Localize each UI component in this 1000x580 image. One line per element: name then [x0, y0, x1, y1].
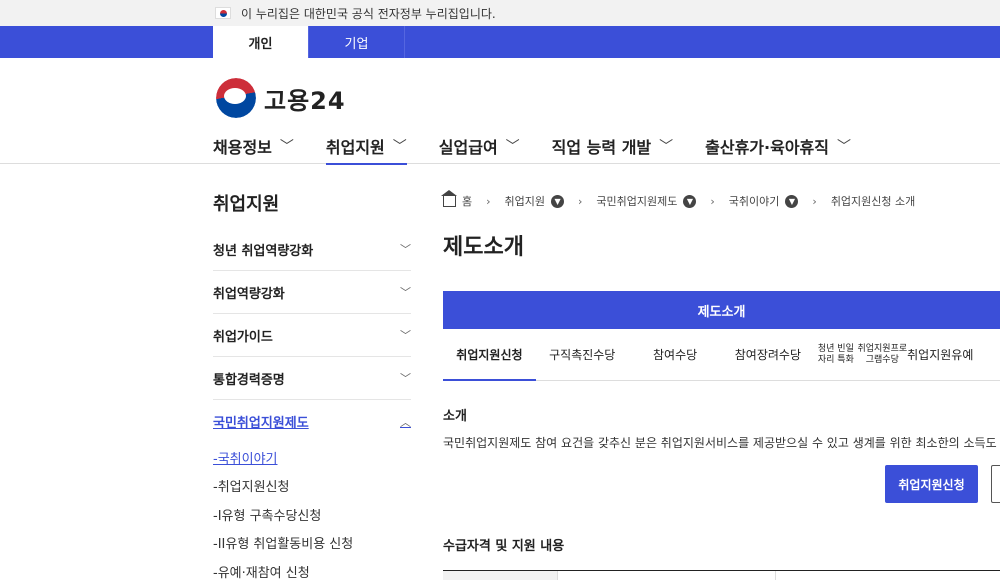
chevron-down-icon: ﹀: [400, 329, 411, 342]
gnb-item-parental-leave[interactable]: 출산휴가·육아휴직 ﹀: [705, 128, 851, 164]
chevron-down-icon: ﹀: [400, 243, 411, 256]
sidebar-item-capacity[interactable]: 취업역량강화 ﹀: [213, 271, 411, 314]
section-tab-intro[interactable]: 제도소개: [443, 291, 1000, 329]
site-logo[interactable]: 고용24: [216, 78, 346, 118]
subtab-defer[interactable]: 취업지원유예: [907, 329, 1000, 380]
chevron-up-icon: ︿: [400, 415, 411, 429]
breadcrumb-national[interactable]: 국민취업지원제도: [596, 193, 677, 209]
site-header: 고용24 채용정보 ﹀ 취업지원 ﹀ 실업급여 ﹀ 직업 능력 개발 ﹀ 출산휴가·육아…: [0, 58, 1000, 165]
subtab-job-seek-allowance[interactable]: 구직촉진수당: [536, 329, 629, 380]
chevron-down-icon: ﹀: [279, 139, 294, 155]
logo-text: 고용24: [264, 86, 346, 115]
apply-button[interactable]: 취업지원신청: [885, 465, 978, 503]
dropdown-dot-icon[interactable]: ▼: [551, 194, 565, 208]
gnb-item-employment-support[interactable]: 취업지원 ﹀: [325, 128, 407, 165]
korea-flag-icon: [215, 7, 231, 19]
gov-notice-bar: 이 누리집은 대한민국 공식 전자정부 누리집입니다.: [0, 0, 1000, 26]
sidebar-item-national-support[interactable]: 국민취업지원제도 ︿: [213, 400, 411, 443]
secondary-button[interactable]: [991, 465, 1000, 503]
sidebar-sub-story[interactable]: -국취이야기: [213, 443, 411, 472]
subtab-apply[interactable]: 취업지원신청: [443, 329, 536, 381]
main-content: 홈 › 취업지원 ▼ › 국민취업지원제도 ▼ › 국취이야기 ▼ › 취업지원…: [441, 164, 1000, 580]
home-icon: [441, 189, 457, 207]
sidebar-sub-apply[interactable]: -취업지원신청: [213, 472, 411, 501]
sidebar-item-guide[interactable]: 취업가이드 ﹀: [213, 314, 411, 357]
table-header-cell: [443, 571, 558, 580]
gnb-item-jobs[interactable]: 채용정보 ﹀: [213, 128, 294, 164]
chevron-down-icon: ﹀: [659, 139, 674, 155]
chevron-right-icon: ›: [578, 194, 583, 208]
sidebar-item-career-cert[interactable]: 통합경력증명 ﹀: [213, 357, 411, 400]
chevron-down-icon: ﹀: [505, 139, 520, 155]
chevron-right-icon: ›: [486, 194, 491, 208]
sidebar-item-youth[interactable]: 청년 취업역량강화 ﹀: [213, 228, 411, 271]
chevron-right-icon: ›: [710, 194, 715, 208]
intro-heading: 소개: [443, 409, 467, 424]
user-type-tabs: 개인 기업: [0, 26, 1000, 58]
eligibility-heading: 수급자격 및 지원 내용: [443, 539, 565, 554]
table-cell: [558, 571, 776, 580]
breadcrumb: 홈 › 취업지원 ▼ › 국민취업지원제도 ▼ › 국취이야기 ▼ › 취업지원…: [441, 189, 1000, 211]
subtab-participation-allowance[interactable]: 참여수당: [629, 329, 722, 380]
sidebar-sub-defer[interactable]: -유예·재참여 신청: [213, 557, 411, 580]
gnb-item-job-skills[interactable]: 직업 능력 개발 ﹀: [552, 128, 673, 164]
gov-notice-text: 이 누리집은 대한민국 공식 전자정부 누리집입니다.: [241, 6, 496, 21]
chevron-down-icon: ﹀: [836, 139, 851, 155]
sidebar-sub-type2[interactable]: -II유형 취업활동비용 신청: [213, 529, 411, 558]
eligibility-table: [443, 570, 1000, 580]
sidebar: 취업지원 청년 취업역량강화 ﹀ 취업역량강화 ﹀ 취업가이드 ﹀ 통합경력증명 ﹀ 국…: [213, 164, 411, 580]
breadcrumb-support[interactable]: 취업지원: [505, 193, 545, 209]
global-nav: 채용정보 ﹀ 취업지원 ﹀ 실업급여 ﹀ 직업 능력 개발 ﹀ 출산휴가·육아휴직 ﹀: [213, 128, 883, 165]
sidebar-sub-type1[interactable]: -I유형 구촉수당신청: [213, 500, 411, 529]
chevron-down-icon: ﹀: [400, 286, 411, 299]
breadcrumb-current: 취업지원신청 소개: [830, 195, 916, 208]
table-cell: [776, 571, 1000, 580]
dropdown-dot-icon[interactable]: ▼: [683, 194, 697, 208]
dropdown-dot-icon[interactable]: ▼: [785, 194, 799, 208]
chevron-down-icon: ﹀: [400, 372, 411, 385]
chevron-down-icon: ﹀: [392, 139, 407, 155]
breadcrumb-home[interactable]: 홈: [462, 193, 472, 209]
tab-personal[interactable]: 개인: [213, 26, 309, 58]
intro-description: 국민취업지원제도 참여 요건을 갖추신 분은 취업지원서비스를 제공받으실 수 …: [443, 436, 997, 450]
sub-tabs: 취업지원신청 구직촉진수당 참여수당 참여장려수당 청년 빈일자리 특화 취업지…: [443, 329, 1000, 381]
breadcrumb-story[interactable]: 국취이야기: [729, 193, 780, 209]
subtab-encouragement-allowance[interactable]: 참여장려수당: [721, 329, 814, 380]
subtab-youth-vacancy[interactable]: 청년 빈일자리 특화 취업지원프로그램수당: [814, 329, 907, 380]
tab-business[interactable]: 기업: [309, 26, 405, 58]
taegeuk-logo-icon: [216, 78, 256, 118]
gnb-item-unemployment-benefit[interactable]: 실업급여 ﹀: [439, 128, 520, 164]
action-buttons: 취업지원신청: [443, 465, 1000, 525]
sidebar-title: 취업지원: [213, 194, 280, 215]
chevron-right-icon: ›: [812, 194, 817, 208]
page-title: 제도소개: [443, 235, 524, 260]
